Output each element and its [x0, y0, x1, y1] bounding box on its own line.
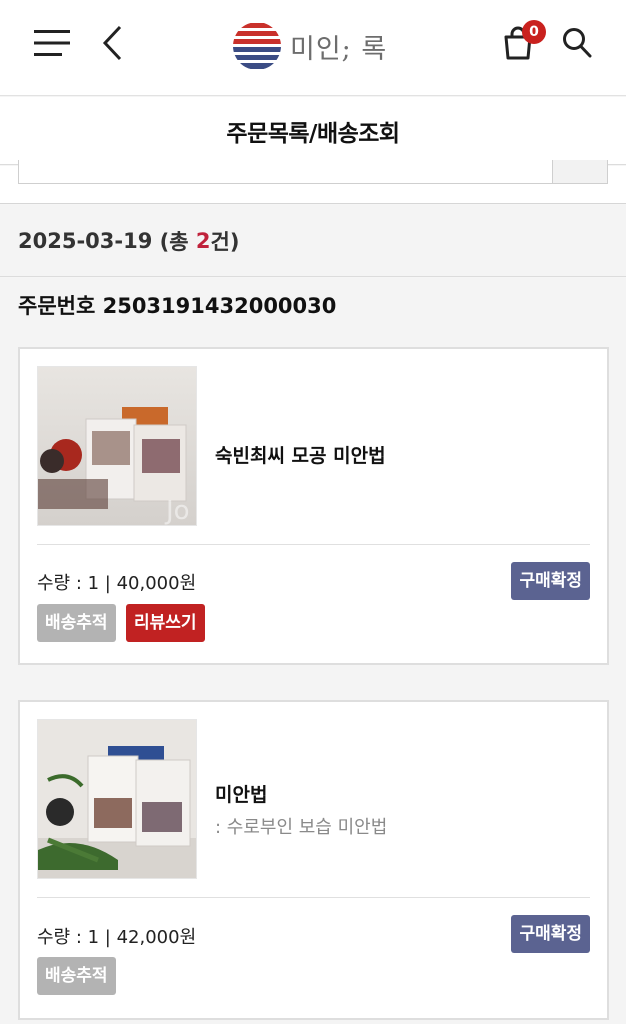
order-count: 2	[195, 228, 211, 253]
cart-count-badge: 0	[522, 20, 546, 44]
product-image: Jo	[38, 367, 196, 526]
product-image	[38, 720, 196, 878]
search-icon[interactable]	[562, 26, 592, 58]
write-review-button[interactable]: 리뷰쓰기	[126, 604, 205, 642]
order-number-label: 주문번호	[18, 294, 96, 318]
page-title: 주문목록/배송조회	[226, 120, 400, 147]
menu-icon[interactable]	[34, 28, 70, 58]
order-item-card: 미안법 : 수로부인 보습 미안법 수량 : 1 | 42,000원 구매확정 …	[18, 700, 609, 1020]
filter-button[interactable]	[552, 160, 608, 184]
track-delivery-button[interactable]: 배송추적	[37, 604, 116, 642]
order-number-value: 2503191432000030	[102, 294, 337, 318]
app-header: 미인; 록 0	[0, 0, 626, 96]
filter-field[interactable]	[18, 160, 554, 184]
page-title-bar: 주문목록/배송조회	[0, 97, 626, 165]
order-list: 주문번호 2503191432000030 Jo 숙빈최씨 모공 미안법 수량 …	[0, 278, 626, 1024]
logo-text: 미인; 록	[290, 33, 388, 65]
filter-strip	[0, 160, 626, 204]
order-number: 주문번호 2503191432000030	[18, 290, 336, 320]
card-divider	[37, 544, 590, 545]
product-thumbnail[interactable]: Jo	[37, 366, 197, 526]
brand-logo[interactable]: 미인; 록	[232, 20, 387, 72]
order-item-card: Jo 숙빈최씨 모공 미안법 수량 : 1 | 40,000원 구매확정 배송추…	[18, 347, 609, 665]
purchase-confirmed-button[interactable]: 구매확정	[511, 915, 590, 953]
quantity-price: 수량 : 1 | 42,000원	[37, 927, 197, 948]
back-arrow-icon[interactable]	[100, 24, 126, 62]
product-name[interactable]: 숙빈최씨 모공 미안법	[215, 441, 386, 468]
order-date-header: 2025-03-19 (총 2 건)	[0, 205, 626, 277]
order-date: 2025-03-19	[18, 228, 153, 253]
svg-text:Jo: Jo	[164, 496, 190, 526]
purchase-confirmed-button[interactable]: 구매확정	[511, 562, 590, 600]
product-option: : 수로부인 보습 미안법	[215, 817, 388, 838]
product-name[interactable]: 미안법	[215, 780, 267, 807]
quantity-price: 수량 : 1 | 40,000원	[37, 573, 197, 594]
track-delivery-button[interactable]: 배송추적	[37, 957, 116, 995]
logo-emblem-icon	[233, 22, 281, 70]
order-count-suffix: 건)	[210, 229, 240, 254]
order-count-prefix: (총	[152, 229, 196, 254]
product-thumbnail[interactable]	[37, 719, 197, 879]
card-divider	[37, 897, 590, 898]
